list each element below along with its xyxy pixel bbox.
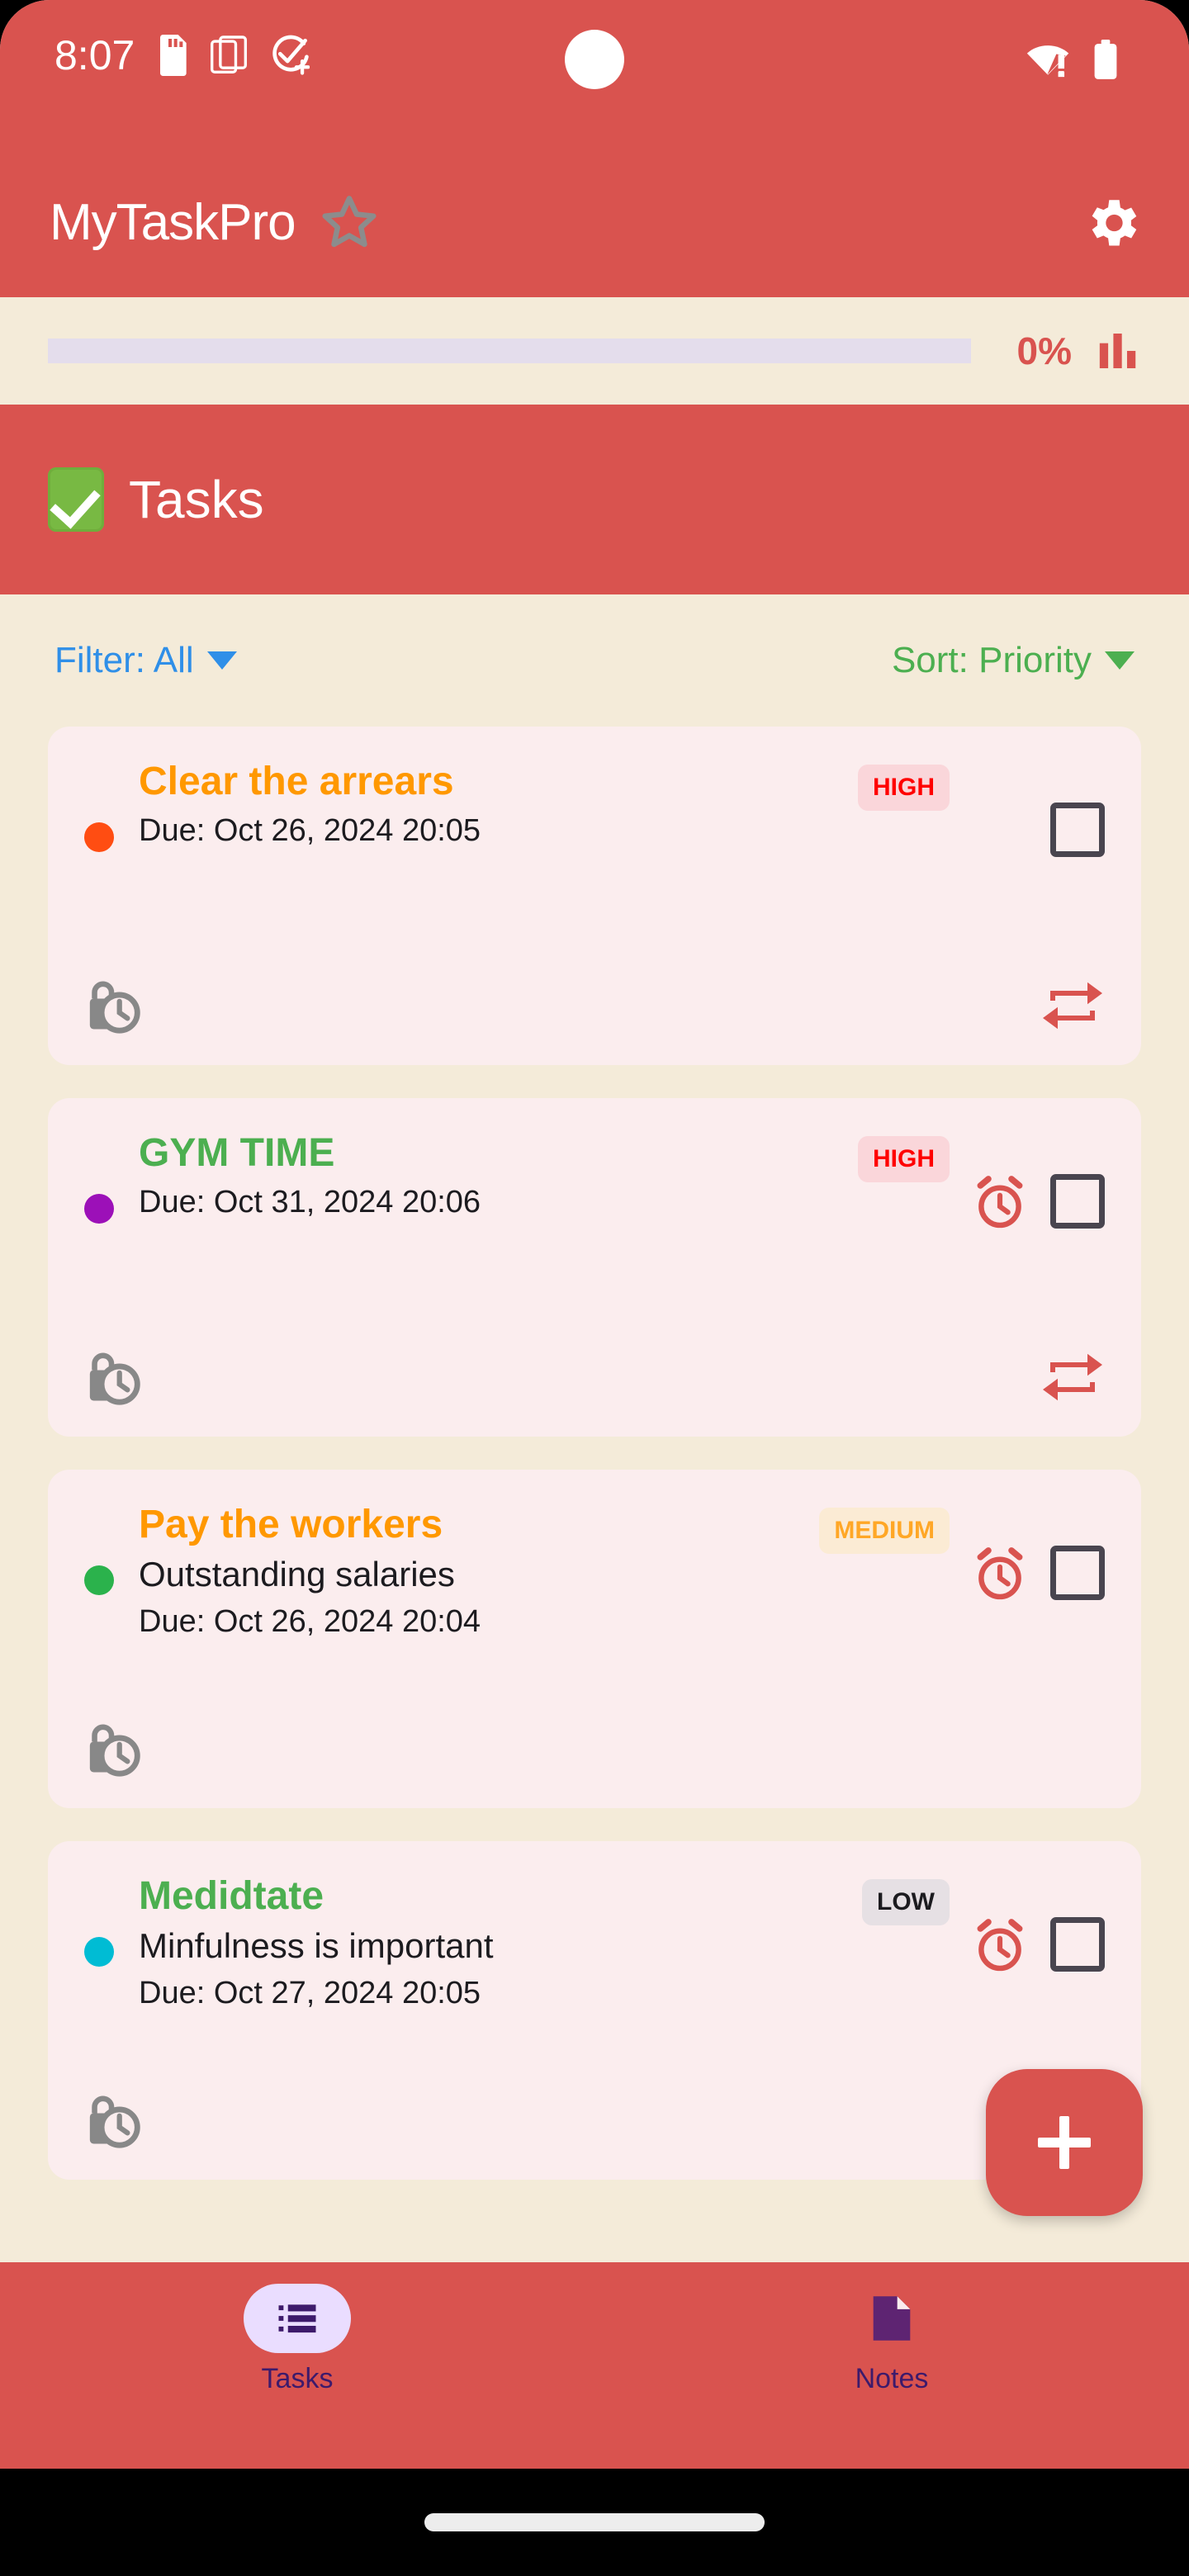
green-check-box-emoji-icon (48, 467, 104, 532)
filter-label: Filter: All (54, 640, 194, 680)
lock-clock-icon (84, 1347, 145, 1408)
phone-frame: 8:07 MyTaskPro 0% Tasks Filter: All Sort… (0, 0, 1189, 2576)
alarm-clock-icon[interactable] (971, 1546, 1029, 1603)
task-priority-badge: HIGH (858, 765, 950, 811)
task-complete-checkbox[interactable] (1050, 1917, 1105, 1972)
task-title: Pay the workers (139, 1503, 443, 1546)
wifi-no-internet-icon (1026, 41, 1072, 79)
section-header: Tasks (0, 405, 1189, 594)
filter-sort-bar: Filter: All Sort: Priority (0, 594, 1189, 727)
task-complete-checkbox[interactable] (1050, 1546, 1105, 1600)
bottom-navigation: Tasks Notes (0, 2262, 1189, 2469)
task-due-date: Due: Oct 31, 2024 20:06 (139, 1184, 481, 1219)
lock-clock-icon (84, 2090, 145, 2151)
chevron-down-icon (1105, 651, 1135, 670)
lock-clock-icon (84, 975, 145, 1036)
system-gesture-area (0, 2469, 1189, 2576)
bar-chart-icon[interactable] (1095, 328, 1141, 374)
task-due-date: Due: Oct 26, 2024 20:04 (139, 1604, 481, 1640)
task-priority-badge: HIGH (858, 1136, 950, 1182)
battery-full-icon (1092, 40, 1120, 81)
list-icon (275, 2296, 320, 2341)
task-color-dot (84, 822, 114, 852)
task-description: Outstanding salaries (139, 1554, 455, 1593)
alarm-clock-icon[interactable] (971, 1174, 1029, 1232)
lock-clock-icon (84, 1718, 145, 1779)
repeat-icon[interactable] (1040, 978, 1105, 1033)
nav-icon-wrap (838, 2284, 945, 2353)
task-color-dot (84, 1937, 114, 1967)
progress-percent-label: 0% (1016, 329, 1072, 372)
nav-active-pill (244, 2284, 351, 2353)
gear-icon[interactable] (1082, 192, 1143, 253)
app-bar: MyTaskPro (0, 149, 1189, 297)
chevron-down-icon (206, 651, 237, 670)
task-card[interactable]: Clear the arrears Due: Oct 26, 2024 20:0… (48, 727, 1141, 1065)
task-title: Clear the arrears (139, 760, 454, 803)
status-bar: 8:07 (0, 0, 1189, 149)
note-document-icon (871, 2294, 912, 2342)
add-task-fab[interactable] (986, 2069, 1143, 2216)
task-color-dot (84, 1565, 114, 1595)
multi-window-icon (211, 36, 248, 75)
nav-item-notes[interactable]: Notes (594, 2262, 1189, 2393)
task-description: Minfulness is important (139, 1925, 494, 1965)
task-color-dot (84, 1194, 114, 1224)
app-screen: 8:07 MyTaskPro 0% Tasks Filter: All Sort… (0, 0, 1189, 2469)
task-title: GYM TIME (139, 1131, 335, 1175)
task-due-date: Due: Oct 27, 2024 20:05 (139, 1976, 481, 2011)
nav-item-tasks[interactable]: Tasks (0, 2262, 594, 2393)
nav-label-tasks: Tasks (261, 2363, 334, 2394)
task-check-add-icon (268, 35, 310, 76)
task-card[interactable]: Medidtate Minfulness is important Due: O… (48, 1841, 1141, 2180)
nav-label-notes: Notes (855, 2363, 929, 2394)
home-gesture-bar[interactable] (424, 2513, 765, 2531)
app-title: MyTaskPro (50, 194, 296, 251)
task-list: Clear the arrears Due: Oct 26, 2024 20:0… (0, 727, 1189, 2180)
camera-cutout (565, 30, 624, 89)
status-time: 8:07 (54, 32, 135, 78)
task-due-date: Due: Oct 26, 2024 20:05 (139, 812, 481, 848)
progress-bar (48, 339, 971, 363)
alarm-placeholder (971, 803, 1029, 860)
sd-card-icon (156, 35, 189, 76)
task-title: Medidtate (139, 1874, 324, 1918)
sort-label: Sort: Priority (891, 640, 1092, 680)
repeat-icon[interactable] (1040, 1350, 1105, 1404)
progress-row: 0% (0, 297, 1189, 405)
task-card[interactable]: Pay the workers Outstanding salaries Due… (48, 1470, 1141, 1808)
alarm-clock-icon[interactable] (971, 1917, 1029, 1975)
task-priority-badge: MEDIUM (819, 1508, 950, 1554)
star-outline-icon[interactable] (319, 192, 380, 253)
status-bar-left: 8:07 (54, 35, 310, 76)
task-complete-checkbox[interactable] (1050, 1174, 1105, 1229)
section-title: Tasks (129, 470, 264, 529)
filter-dropdown[interactable]: Filter: All (54, 642, 237, 679)
task-complete-checkbox[interactable] (1050, 803, 1105, 857)
status-bar-right (1026, 40, 1120, 81)
task-priority-badge: LOW (862, 1879, 950, 1925)
task-card[interactable]: GYM TIME Due: Oct 31, 2024 20:06 HIGH (48, 1098, 1141, 1437)
sort-dropdown[interactable]: Sort: Priority (892, 642, 1135, 679)
